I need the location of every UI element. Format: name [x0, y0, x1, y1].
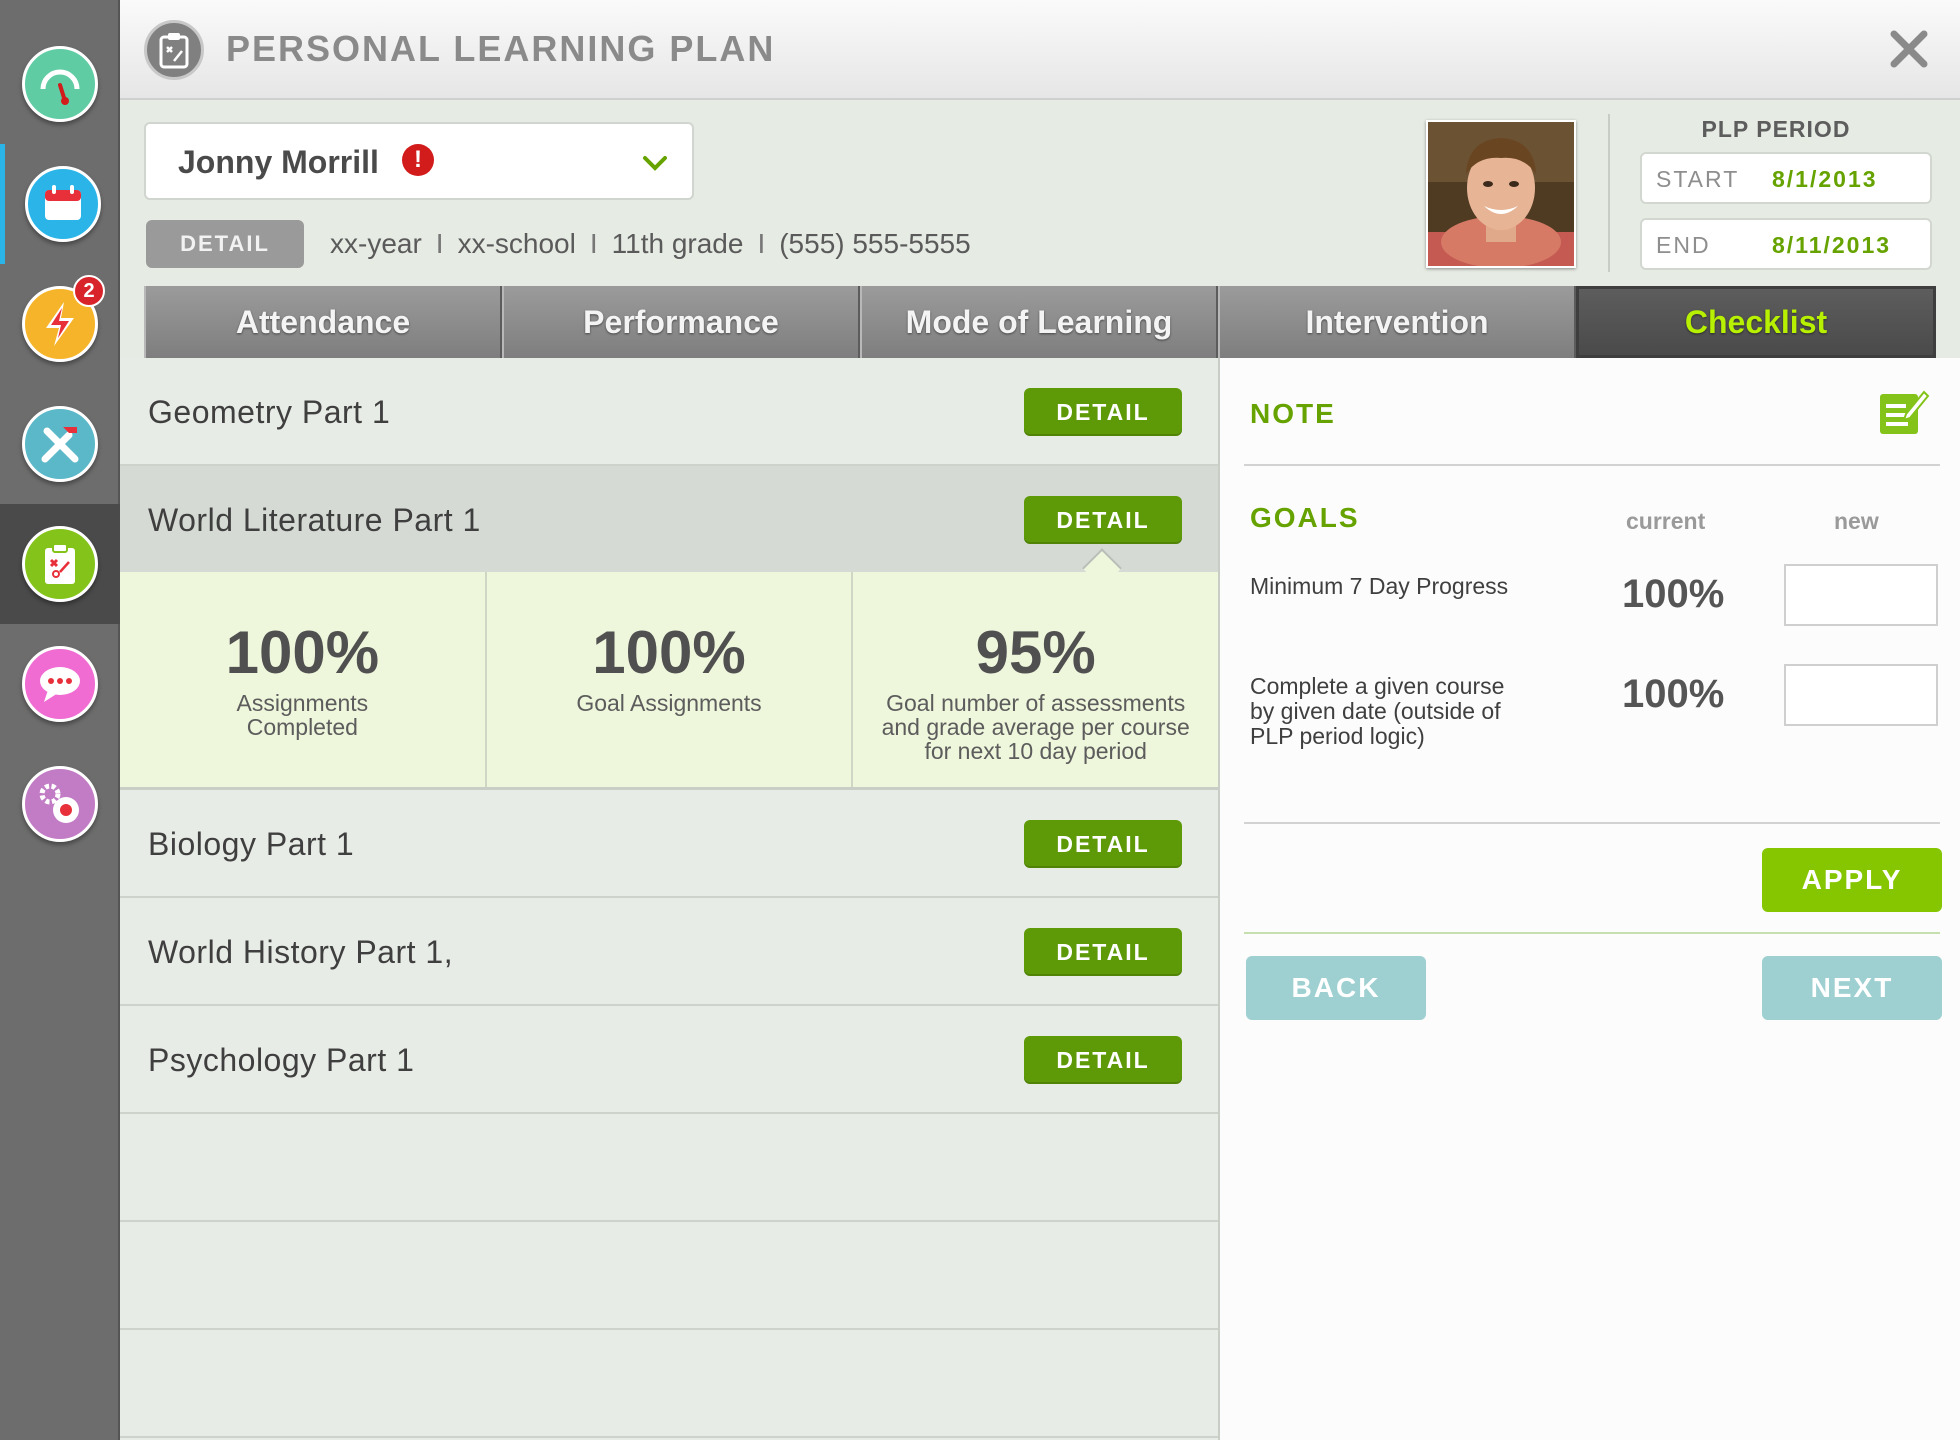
student-detail-button[interactable]: DETAIL — [146, 220, 304, 268]
goal-new-input[interactable] — [1784, 564, 1938, 626]
stat-assignments-completed: 100% Assignments Completed — [120, 572, 487, 787]
end-label: END — [1656, 232, 1711, 258]
title-bar: PERSONAL LEARNING PLAN — [120, 0, 1960, 100]
course-name: World History Part 1, — [148, 934, 454, 970]
empty-row — [120, 1330, 1218, 1438]
apply-button[interactable]: APPLY — [1762, 848, 1942, 912]
column-current-header: current — [1626, 508, 1706, 534]
start-label: START — [1656, 166, 1740, 192]
course-list: Geometry Part 1 DETAIL World Literature … — [120, 358, 1218, 1440]
sidebar-item-settings[interactable] — [0, 744, 120, 864]
plp-start-field[interactable]: START 8/1/2013 — [1640, 152, 1932, 204]
notification-badge: 2 — [73, 275, 105, 307]
course-detail-button[interactable]: DETAIL — [1024, 388, 1182, 436]
chat-icon — [22, 646, 98, 722]
student-name: Jonny Morrill — [178, 144, 379, 180]
chevron-down-icon — [643, 156, 667, 171]
plp-tabs: Attendance Performance Mode of Learning … — [144, 286, 1936, 358]
meta-separator: I — [435, 228, 444, 259]
course-row[interactable]: Psychology Part 1 DETAIL — [120, 1006, 1218, 1114]
back-button[interactable]: BACK — [1246, 956, 1426, 1020]
divider — [1244, 932, 1940, 934]
calendar-icon — [24, 166, 101, 242]
gears-icon — [22, 766, 98, 842]
sidebar-item-alerts[interactable]: 2 — [0, 264, 120, 384]
student-phone: (555) 555-5555 — [779, 228, 971, 259]
meta-separator: I — [589, 228, 598, 259]
lightning-icon: 2 — [22, 275, 105, 362]
stat-goal-assignments: 100% Goal Assignments — [487, 572, 854, 787]
end-date: 8/11/2013 — [1772, 232, 1892, 258]
course-row[interactable]: World History Part 1, DETAIL — [120, 898, 1218, 1006]
course-row[interactable]: World Literature Part 1 DETAIL — [120, 466, 1218, 574]
tools-icon — [22, 406, 98, 482]
sidebar-item-calendar[interactable] — [0, 144, 120, 264]
course-name: Psychology Part 1 — [148, 1042, 415, 1078]
close-button[interactable] — [1884, 24, 1934, 74]
alert-icon: ! — [402, 144, 434, 176]
goals-title: GOALS — [1250, 502, 1360, 533]
plp-end-field[interactable]: END 8/11/2013 — [1640, 218, 1932, 270]
course-detail-button[interactable]: DETAIL — [1024, 928, 1182, 976]
start-date: 8/1/2013 — [1772, 166, 1878, 192]
goal-label: Complete a given course by given date (o… — [1250, 673, 1505, 749]
note-title: NOTE — [1250, 398, 1336, 429]
close-icon — [1890, 30, 1928, 68]
sidebar-item-messages[interactable] — [0, 624, 120, 744]
sidebar-item-plp[interactable] — [0, 504, 120, 624]
student-year: xx-year — [330, 228, 422, 259]
student-meta: xx-year Ixx-school I 11th grade I (555) 555-5… — [330, 228, 971, 260]
tab-mode-of-learning[interactable]: Mode of Learning — [860, 286, 1218, 358]
goal-current-value: 100% — [1622, 672, 1725, 716]
stat-value: 95% — [975, 619, 1096, 686]
empty-row — [120, 1114, 1218, 1222]
course-detail-button[interactable]: DETAIL — [1024, 496, 1182, 544]
clipboard-icon — [22, 526, 98, 602]
student-school: xx-school — [457, 228, 576, 259]
course-row[interactable]: Geometry Part 1 DETAIL — [120, 358, 1218, 466]
page-title: PERSONAL LEARNING PLAN — [226, 28, 776, 69]
student-selector[interactable]: Jonny Morrill ! — [144, 122, 694, 200]
course-name: Biology Part 1 — [148, 826, 355, 862]
tab-checklist[interactable]: Checklist — [1576, 286, 1936, 358]
course-name: Geometry Part 1 — [148, 394, 391, 430]
course-detail-button[interactable]: DETAIL — [1024, 820, 1182, 868]
goal-current-value: 100% — [1622, 572, 1725, 616]
stat-goal-assessments: 95% Goal number of assessments and grade… — [853, 572, 1218, 787]
stat-label: Goal Assignments — [576, 690, 762, 716]
edit-note-button[interactable] — [1876, 386, 1930, 440]
checklist-panel: NOTE GOALS current new Minimum 7 Day Pro… — [1218, 358, 1960, 1440]
divider — [1244, 464, 1940, 466]
divider — [1244, 822, 1940, 824]
edit-note-icon — [1880, 390, 1930, 434]
course-name: World Literature Part 1 — [148, 502, 481, 538]
plp-period-label: PLP PERIOD — [1701, 116, 1851, 142]
stat-label: Assignments Completed — [236, 690, 369, 740]
tab-intervention[interactable]: Intervention — [1218, 286, 1576, 358]
vertical-divider — [1608, 114, 1610, 272]
student-grade: 11th grade — [611, 228, 744, 259]
meta-separator: I — [757, 228, 766, 259]
goal-label: Minimum 7 Day Progress — [1250, 573, 1509, 599]
column-new-header: new — [1834, 508, 1879, 534]
course-row[interactable]: Biology Part 1 DETAIL — [120, 790, 1218, 898]
tab-performance[interactable]: Performance — [502, 286, 860, 358]
student-header: Jonny Morrill ! DETAIL xx-year Ixx-school… — [120, 100, 1960, 286]
stat-value: 100% — [592, 619, 746, 686]
course-stats-panel: 100% Assignments Completed 100% Goal Ass… — [120, 572, 1218, 790]
next-button[interactable]: NEXT — [1762, 956, 1942, 1020]
sidebar-item-dashboard[interactable] — [0, 24, 120, 144]
app-sidebar: 2 — [0, 0, 120, 1440]
stat-label: Goal number of assessments and grade ave… — [881, 690, 1190, 764]
empty-row — [120, 1222, 1218, 1330]
student-photo — [1426, 120, 1576, 268]
course-detail-button[interactable]: DETAIL — [1024, 1036, 1182, 1084]
clipboard-icon — [144, 20, 204, 80]
goal-new-input[interactable] — [1784, 664, 1938, 726]
tab-attendance[interactable]: Attendance — [144, 286, 502, 358]
sidebar-item-tools[interactable] — [0, 384, 120, 504]
gauge-icon — [22, 46, 98, 122]
stat-value: 100% — [225, 619, 380, 686]
